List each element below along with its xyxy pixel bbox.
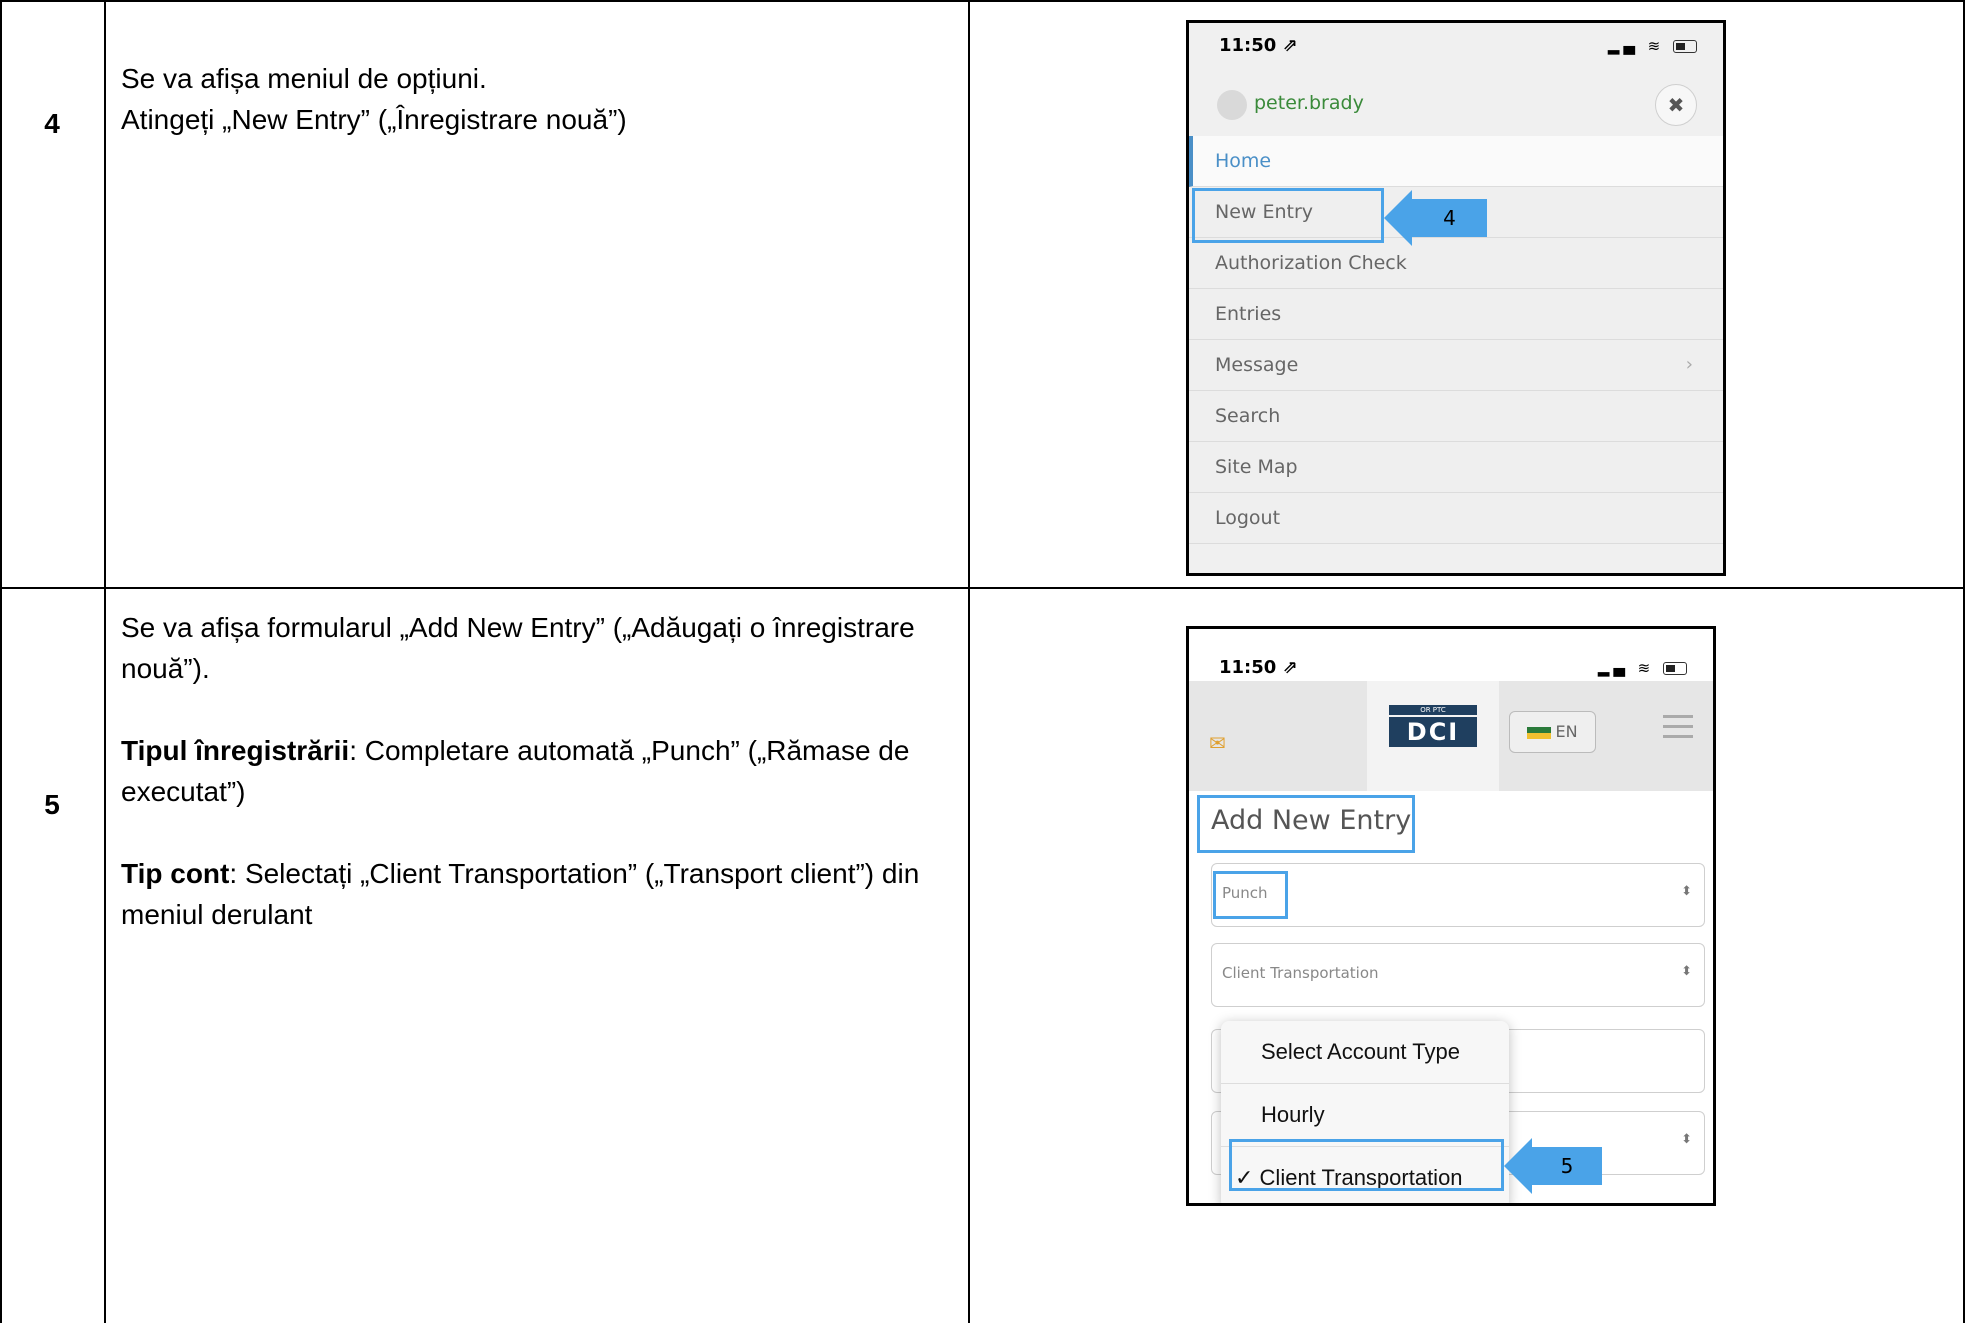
field-description: Selectați „Client Transportation” („Tran… [121, 858, 920, 930]
field-label: Tip cont [121, 858, 230, 889]
menu-item-site-map[interactable]: Site Map [1189, 442, 1723, 493]
wifi-icon: ≋ [1637, 659, 1655, 677]
arrow-icon [1384, 190, 1412, 246]
menu-item-label: Entries [1215, 303, 1282, 325]
chevron-right-icon: › [1685, 354, 1693, 375]
phone-screenshot-add-entry: 11:50 ⇗ ▂▄ ≋ ✉ OR PTC DCI EN Add New Ent… [1186, 626, 1716, 1206]
step-instructions: Se va afișa formularul „Add New Entry” (… [121, 607, 961, 935]
instruction-line: Atingeți „New Entry” („Înregistrare nouă… [121, 104, 627, 135]
menu-item-label: Message [1215, 354, 1299, 376]
envelope-icon[interactable]: ✉ [1209, 731, 1226, 755]
logo: OR PTC DCI [1367, 681, 1499, 791]
status-icons: ▂▄ ≋ [1608, 37, 1697, 55]
battery-icon [1673, 40, 1697, 53]
avatar [1217, 90, 1247, 120]
table-border-left [0, 0, 2, 1323]
select-arrows-icon: ⬍ [1681, 964, 1692, 979]
logo-mark: DCI [1389, 717, 1477, 747]
column-divider-1 [104, 0, 106, 1323]
instruction-line: Se va afișa formularul „Add New Entry” (… [121, 612, 915, 684]
status-icons: ▂▄ ≋ [1598, 659, 1687, 677]
step-number: 5 [44, 789, 60, 820]
arrow-icon [1504, 1138, 1532, 1194]
account-type-value: Client Transportation [1222, 964, 1379, 982]
wifi-icon: ≋ [1647, 37, 1665, 55]
user-row: peter.brady ✖ [1189, 78, 1723, 133]
close-icon[interactable]: ✖ [1655, 84, 1697, 126]
language-label: EN [1555, 722, 1578, 741]
field-label: Tipul înregistrării [121, 735, 350, 766]
step-number: 4 [44, 108, 60, 139]
username[interactable]: peter.brady [1254, 92, 1364, 114]
menu-item-logout[interactable]: Logout [1189, 493, 1723, 544]
menu-item-label: Site Map [1215, 456, 1298, 478]
menu-item-label: Logout [1215, 507, 1281, 529]
step-instructions: Se va afișa meniul de opțiuni. Atingeți … [121, 58, 961, 140]
status-bar: 11:50 ⇗ ▂▄ ≋ [1189, 23, 1723, 73]
menu-item-label: Authorization Check [1215, 252, 1407, 274]
flag-icon [1527, 726, 1552, 739]
status-time: 11:50 ⇗ [1219, 657, 1298, 678]
menu-item-label: Search [1215, 405, 1281, 427]
highlight-punch [1213, 871, 1288, 919]
account-type-select[interactable]: Client Transportation ⬍ [1211, 943, 1705, 1007]
menu-item-message[interactable]: Message › [1189, 340, 1723, 391]
dropdown-option[interactable]: Select Account Type [1221, 1021, 1509, 1084]
dropdown-option[interactable]: Hourly [1221, 1084, 1509, 1147]
language-button[interactable]: EN [1509, 711, 1596, 753]
select-arrows-icon: ⬍ [1681, 884, 1692, 899]
menu-item-entries[interactable]: Entries [1189, 289, 1723, 340]
status-bar: 11:50 ⇗ ▂▄ ≋ [1189, 629, 1713, 679]
menu-item-label: Home [1215, 150, 1272, 172]
logo-top-text: OR PTC [1389, 705, 1477, 715]
highlight-new-entry [1192, 188, 1384, 243]
signal-icon: ▂▄ [1607, 37, 1639, 55]
instruction-line: Tip cont: Selectați „Client Transportati… [121, 858, 920, 930]
column-divider-2 [968, 0, 970, 1323]
battery-icon [1663, 662, 1687, 675]
status-time: 11:50 ⇗ [1219, 35, 1298, 56]
instruction-line: Tipul înregistrării: Completare automată… [121, 735, 910, 807]
callout-number: 5 [1532, 1147, 1602, 1185]
menu-item-search[interactable]: Search [1189, 391, 1723, 442]
instruction-line: Se va afișa meniul de opțiuni. [121, 63, 487, 94]
phone-screenshot-menu: 11:50 ⇗ ▂▄ ≋ peter.brady ✖ Home New Entr… [1186, 20, 1726, 576]
signal-icon: ▂▄ [1597, 659, 1629, 677]
callout-number: 4 [1412, 199, 1487, 237]
hamburger-menu-icon[interactable] [1663, 715, 1693, 745]
highlight-client-transportation [1229, 1139, 1504, 1191]
menu-item-home[interactable]: Home [1189, 136, 1723, 187]
table-border-top [0, 0, 1965, 2]
app-header: ✉ OR PTC DCI EN [1189, 681, 1713, 791]
row-divider [0, 587, 1965, 589]
menu-item-authorization-check[interactable]: Authorization Check [1189, 238, 1723, 289]
highlight-page-title [1197, 795, 1415, 853]
select-arrows-icon: ⬍ [1681, 1132, 1692, 1147]
